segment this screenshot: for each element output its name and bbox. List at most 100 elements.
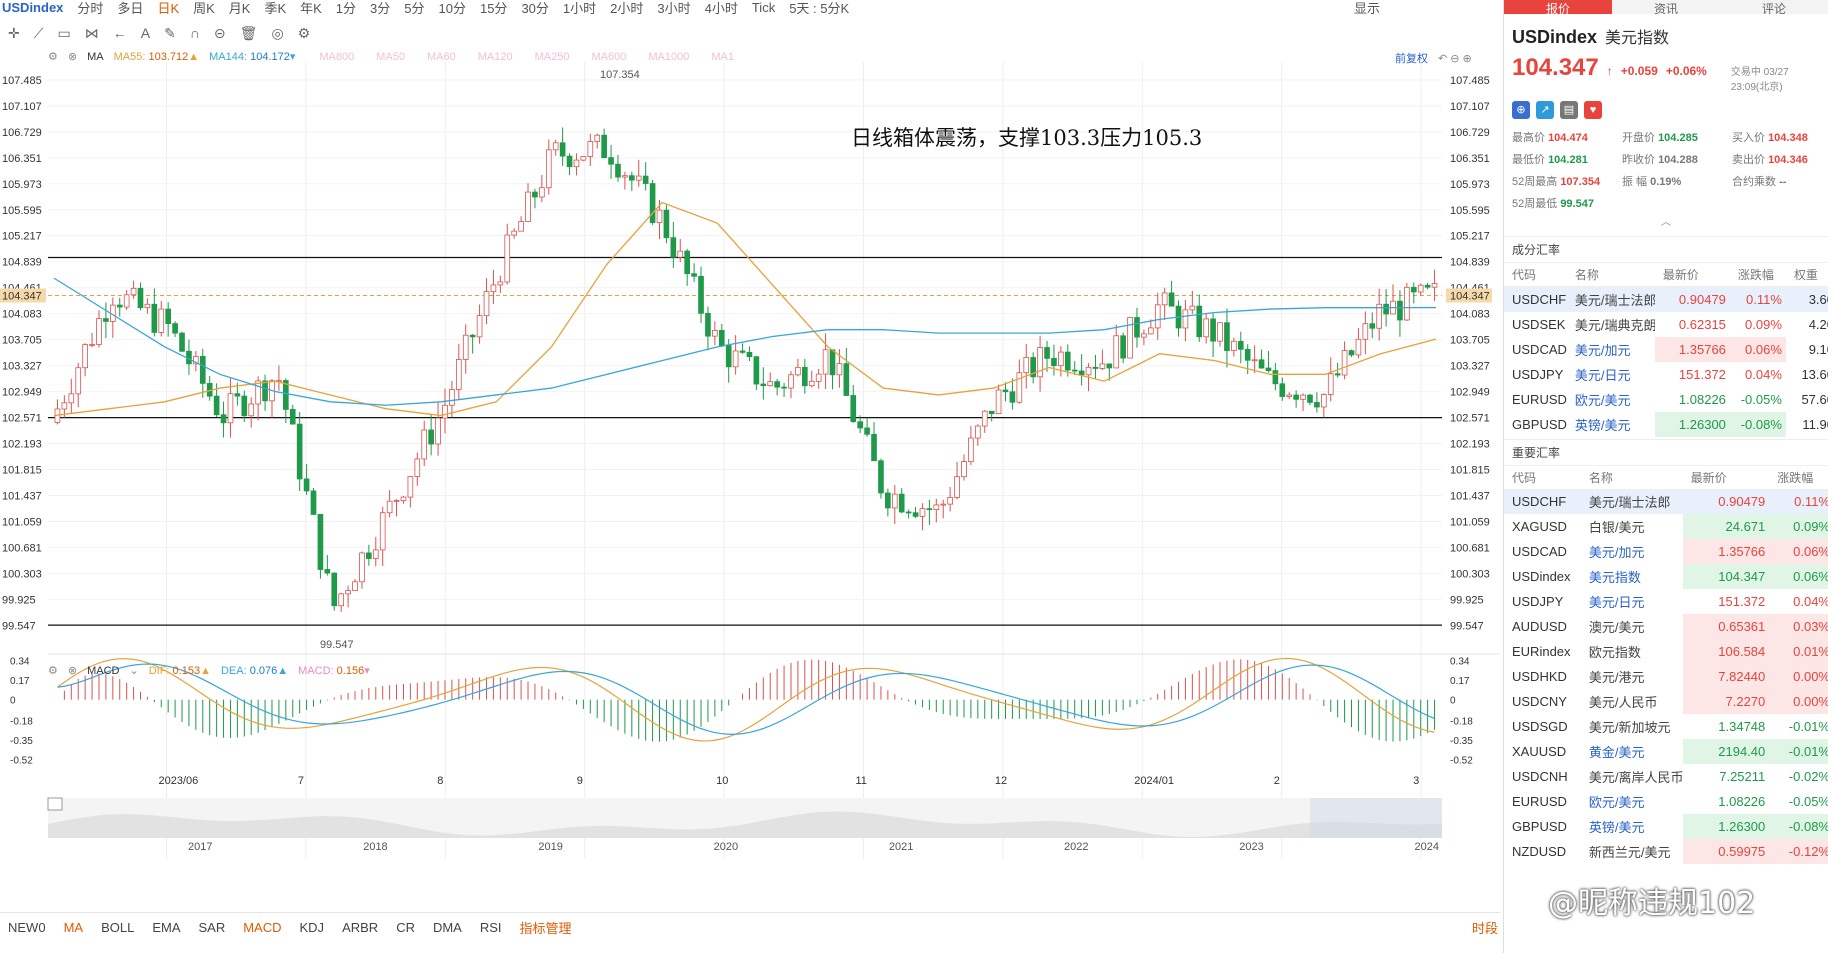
period-tab[interactable]: 年K — [300, 0, 322, 15]
indicator-tab[interactable]: BOLL — [101, 920, 134, 935]
fibonacci-icon[interactable]: ⋈ — [85, 25, 99, 42]
kline-chart[interactable]: 107.485 107.485 107.107 107.107 106.729 106.7… — [0, 44, 1500, 912]
share-icon[interactable]: ↗ — [1536, 101, 1554, 119]
table-row[interactable]: EURUSD 欧元/美元 1.08226 -0.05% 57.60 — [1504, 387, 1828, 412]
indicator-tab[interactable]: MACD — [243, 920, 281, 935]
column-header[interactable]: 权重 — [1785, 262, 1828, 287]
period-tab[interactable]: 10分 — [439, 0, 466, 15]
chart-area[interactable]: 107.485 107.485 107.107 107.107 106.729 106.7… — [0, 44, 1500, 924]
column-header[interactable]: 名称 — [1566, 262, 1655, 287]
inactive-ma-item[interactable]: MA250 — [535, 51, 570, 63]
period-tab[interactable]: 1分 — [336, 0, 356, 15]
indicator-tab[interactable]: 指标管理 — [520, 918, 572, 937]
period-tab[interactable]: Tick — [752, 0, 775, 14]
indicator-tab[interactable]: SAR — [198, 920, 225, 935]
table-row[interactable]: XAUUSD 黄金/美元 2194.40 -0.01% — [1504, 739, 1828, 764]
table-row[interactable]: XAGUSD 白银/美元 24.671 0.09% — [1504, 514, 1828, 539]
inactive-ma-item[interactable]: MA600 — [591, 51, 626, 63]
settings-icon[interactable]: ⚙ — [48, 50, 58, 63]
settings-icon[interactable]: ⚙ — [48, 664, 58, 677]
inactive-ma-item[interactable]: MA60 — [427, 51, 456, 63]
period-tab[interactable]: 日K — [157, 0, 179, 15]
period-tab[interactable]: 15分 — [480, 0, 507, 15]
indicator-tab[interactable]: ARBR — [342, 920, 378, 935]
close-icon[interactable]: ⊗ — [68, 50, 77, 63]
period-tab[interactable]: 多日 — [117, 0, 143, 15]
table-row[interactable]: USDCHF美元/瑞士法郎0.904790.11%3.60 — [1504, 286, 1828, 312]
globe-icon[interactable]: ⊕ — [1512, 101, 1530, 119]
period-tab[interactable]: 30分 — [521, 0, 548, 15]
table-row[interactable]: USDCHF 美元/瑞士法郎 0.90479 0.11% — [1504, 489, 1828, 514]
text-tool-icon[interactable]: A — [141, 25, 150, 41]
column-header[interactable]: 代码 — [1504, 464, 1581, 490]
display-menu[interactable]: 显示 — [1354, 0, 1380, 15]
line-tool-icon[interactable]: ⟋ — [34, 25, 44, 42]
period-tab[interactable]: 周K — [193, 0, 215, 15]
table-row[interactable]: EURUSD 欧元/美元 1.08226 -0.05% — [1504, 789, 1828, 814]
table-row[interactable]: USDJPY 美元/日元 151.372 0.04% — [1504, 589, 1828, 614]
note-icon[interactable]: ✎ — [164, 25, 176, 42]
table-row[interactable]: USDCNH 美元/离岸人民币 7.25211 -0.02% — [1504, 764, 1828, 789]
column-header[interactable]: 涨跌幅 — [1729, 262, 1786, 287]
inactive-ma-item[interactable]: MA1000 — [648, 51, 689, 63]
table-row[interactable]: USDCAD 美元/加元 1.357660.06% 9.10 — [1504, 336, 1828, 362]
settings-icon[interactable]: ⚙ — [298, 25, 311, 42]
crosshair-icon[interactable]: ✛ — [8, 25, 20, 42]
quote-tab[interactable]: 评论 — [1720, 0, 1828, 16]
period-tab[interactable]: 3分 — [370, 0, 390, 15]
column-header[interactable]: 名称 — [1580, 464, 1683, 490]
indicator-tab[interactable]: KDJ — [300, 920, 325, 935]
inactive-ma-item[interactable]: MA1 — [711, 51, 734, 63]
table-row[interactable]: USDindex 美元指数 104.347 0.06% — [1504, 564, 1828, 589]
delete-icon[interactable]: 🗑 — [240, 25, 258, 42]
inactive-ma-item[interactable]: MA120 — [478, 51, 513, 63]
table-row[interactable]: USDCAD 美元/加元 1.35766 0.06% — [1504, 539, 1828, 564]
period-tab[interactable]: 月K — [229, 0, 251, 15]
column-header[interactable]: 最新价 — [1682, 464, 1770, 490]
table-row[interactable]: USDSGD 美元/新加坡元 1.34748 -0.01% — [1504, 714, 1828, 739]
session-button[interactable]: 时段 — [1472, 918, 1498, 937]
macd-label[interactable]: MACD — [87, 665, 119, 677]
indicator-tab[interactable]: RSI — [480, 920, 502, 935]
arrow-left-icon[interactable]: ← — [113, 25, 127, 41]
indicator-tab[interactable]: EMA — [152, 920, 180, 935]
period-tab[interactable]: 季K — [264, 0, 286, 15]
indicator-tab[interactable]: DMA — [433, 920, 462, 935]
table-row[interactable]: GBPUSD 英镑/美元 1.26300-0.08% 11.90 — [1504, 411, 1828, 437]
period-tab[interactable]: 2小时 — [610, 0, 643, 15]
period-tab[interactable]: 4小时 — [705, 0, 738, 15]
inactive-ma-item[interactable]: MA50 — [376, 51, 405, 63]
symbol-name[interactable]: USDindex — [2, 0, 63, 14]
table-row[interactable]: EURindex 欧元指数 106.584 0.01% — [1504, 639, 1828, 664]
calendar-icon[interactable]: ▤ — [1560, 101, 1578, 119]
column-header[interactable]: 涨跌幅 — [1769, 464, 1828, 490]
column-header[interactable]: 最新价 — [1654, 262, 1730, 287]
quote-tab[interactable]: 资讯 — [1612, 0, 1720, 16]
reweight-button[interactable]: 前复权 — [1395, 50, 1428, 66]
lock-icon[interactable]: ⊝ — [214, 25, 226, 42]
table-row[interactable]: USDCNY 美元/人民币 7.2270 0.00% — [1504, 689, 1828, 714]
table-row[interactable]: GBPUSD 英镑/美元 1.26300 -0.08% — [1504, 814, 1828, 839]
collapse-icon[interactable]: ︿ — [1504, 211, 1828, 228]
table-row[interactable]: USDHKD 美元/港元 7.82440 0.00% — [1504, 664, 1828, 689]
ma-label[interactable]: MA — [87, 51, 104, 63]
period-tab[interactable]: 3小时 — [657, 0, 690, 15]
favorite-icon[interactable]: ♥ — [1584, 101, 1602, 119]
indicator-tab[interactable]: NEW0 — [8, 920, 46, 935]
table-row[interactable]: USDSEK 美元/瑞典克朗 0.62315 0.09% 4.20 — [1504, 312, 1828, 337]
eye-icon[interactable]: ◎ — [271, 25, 283, 42]
period-tab[interactable]: 1小时 — [563, 0, 596, 15]
indicator-tab[interactable]: CR — [396, 920, 415, 935]
column-header[interactable]: 代码 — [1504, 262, 1567, 287]
close-icon[interactable]: ⊗ — [68, 664, 77, 677]
table-row[interactable]: USDJPY 美元/日元 151.372 0.04% 13.60 — [1504, 362, 1828, 387]
magnet-icon[interactable]: ∩ — [190, 25, 200, 41]
quote-tab[interactable]: 报价 — [1504, 0, 1612, 16]
table-row[interactable]: NZDUSD 新西兰元/美元 0.59975 -0.12% — [1504, 839, 1828, 864]
indicator-tab[interactable]: MA — [64, 920, 84, 935]
period-tab[interactable]: 5天 : 5分K — [789, 0, 849, 15]
inactive-ma-item[interactable]: MA800 — [319, 51, 354, 63]
shape-tool-icon[interactable]: ▭ — [58, 25, 71, 42]
undo-icon[interactable]: ↶ ⊖ ⊕ — [1438, 52, 1472, 65]
period-tab[interactable]: 5分 — [404, 0, 424, 15]
